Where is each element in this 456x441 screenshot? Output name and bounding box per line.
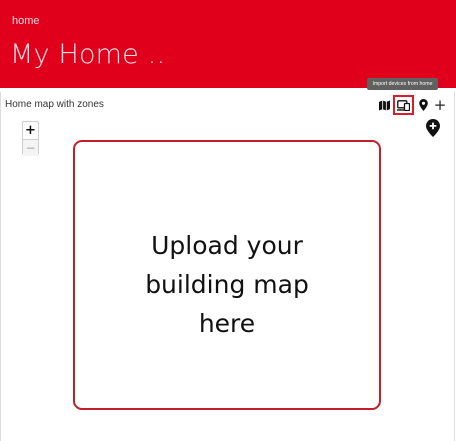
zoom-out-button[interactable]: − <box>23 139 38 156</box>
page-title: My Home .. <box>10 39 166 70</box>
upload-instructions: Upload your building map here <box>75 226 379 343</box>
upload-line-3: here <box>198 309 256 338</box>
import-devices-button[interactable] <box>393 95 414 115</box>
upload-line-2: building map <box>145 270 309 299</box>
card-title: Home map with zones <box>5 99 104 110</box>
app-frame: home My Home .. Home map with zones Impo… <box>0 0 456 441</box>
page-header: home My Home .. <box>0 0 456 88</box>
location-pin-icon <box>418 99 428 111</box>
zoom-in-button[interactable]: + <box>23 122 38 138</box>
add-marker-button[interactable] <box>426 119 440 137</box>
upload-line-1: Upload your <box>151 231 303 260</box>
plus-icon: + <box>433 95 447 114</box>
map-upload-area[interactable]: Upload your building map here <box>73 140 381 410</box>
location-button[interactable] <box>415 97 431 113</box>
add-button[interactable]: + <box>432 97 448 113</box>
breadcrumb[interactable]: home <box>12 15 40 27</box>
import-devices-icon <box>397 99 410 111</box>
zoom-control: + − <box>22 121 39 156</box>
map-icon <box>378 99 390 111</box>
add-location-icon <box>426 119 440 137</box>
map-button[interactable] <box>376 97 392 113</box>
import-devices-tooltip: Import devices from home <box>367 78 438 90</box>
